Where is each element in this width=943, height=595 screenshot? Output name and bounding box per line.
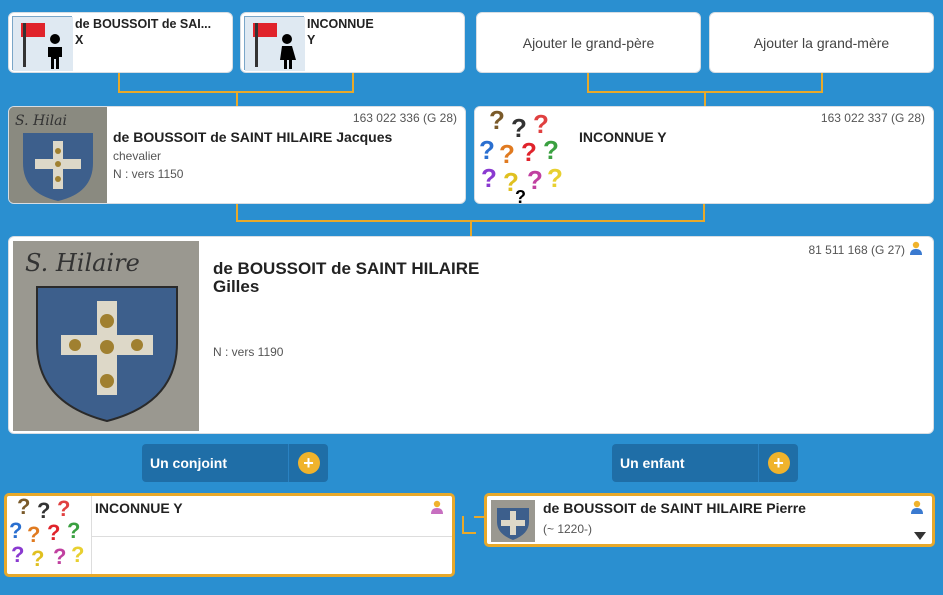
spouse-card[interactable]: ? ? ? ? ? ? ? ? ? ? ? INCONNUE Y <box>4 493 455 577</box>
svg-text:?: ? <box>53 544 66 569</box>
plus-icon: + <box>767 452 790 474</box>
grandfather-given: X <box>75 33 84 47</box>
main-image-caption: S. Hilaire <box>25 249 140 277</box>
svg-text:?: ? <box>547 163 563 193</box>
mother-sosa: 163 022 337 (G 28) <box>820 111 925 125</box>
connector-left-grandparents <box>118 73 354 93</box>
svg-text:?: ? <box>9 518 22 543</box>
father-sosa: 163 022 336 (G 28) <box>352 111 457 125</box>
svg-text:?: ? <box>31 546 44 571</box>
grandmother-given: Y <box>307 33 316 47</box>
svg-text:?: ? <box>17 496 30 519</box>
svg-text:?: ? <box>543 135 559 165</box>
svg-text:?: ? <box>515 187 526 204</box>
add-child-label: Un enfant <box>620 455 685 471</box>
female-silhouette-icon <box>244 16 305 71</box>
grandmother-card[interactable]: INCONNUE Y <box>240 12 465 73</box>
add-grandfather-button[interactable]: Ajouter le grand-père <box>476 12 701 73</box>
male-silhouette-icon <box>12 16 73 71</box>
main-birth: N : vers 1190 <box>213 345 284 359</box>
mother-card[interactable]: ? ? ? ? ? ? ? ? ? ? ? ? 163 022 337 (G 2… <box>474 106 934 204</box>
connector-left-stem <box>236 93 238 107</box>
dropdown-arrow-icon[interactable] <box>914 532 926 540</box>
svg-text:?: ? <box>11 542 24 567</box>
add-child-button[interactable]: Un enfant + <box>612 444 798 482</box>
connector-right-grandparents <box>587 73 823 93</box>
question-marks-icon: ? ? ? ? ? ? ? ? ? ? ? <box>7 494 91 574</box>
plus-icon: + <box>297 452 320 474</box>
spouse-divider <box>91 496 92 574</box>
father-name: de BOUSSOIT de SAINT HILAIRE Jacques <box>113 129 393 145</box>
add-spouse-plus[interactable]: + <box>288 444 328 482</box>
female-person-icon <box>431 500 443 514</box>
child-coat-of-arms-image <box>491 500 535 542</box>
svg-text:?: ? <box>479 135 495 165</box>
connector-spouse-child <box>462 516 476 534</box>
add-spouse-button[interactable]: Un conjoint + <box>142 444 328 482</box>
connector-parents-stem <box>470 222 472 236</box>
svg-text:?: ? <box>67 518 80 543</box>
add-child-plus[interactable]: + <box>758 444 798 482</box>
grandfather-name: de BOUSSOIT de SAI... <box>75 17 212 31</box>
main-given-name: Gilles <box>213 277 260 296</box>
main-coat-of-arms-image: S. Hilaire <box>13 241 199 431</box>
spouse-name: INCONNUE Y <box>95 500 183 516</box>
grandfather-card[interactable]: de BOUSSOIT de SAI... X <box>8 12 233 73</box>
child-dates: (~ 1220-) <box>543 522 593 536</box>
connector-right-stem <box>704 93 706 107</box>
child-name: de BOUSSOIT de SAINT HILAIRE Pierre <box>543 500 806 516</box>
svg-text:S. Hilai: S. Hilai <box>15 113 67 129</box>
svg-text:?: ? <box>527 165 543 195</box>
child-card[interactable]: de BOUSSOIT de SAINT HILAIRE Pierre (~ 1… <box>484 493 935 547</box>
svg-text:?: ? <box>481 163 497 193</box>
add-grandmother-button[interactable]: Ajouter la grand-mère <box>709 12 934 73</box>
male-person-icon <box>911 500 923 514</box>
svg-text:?: ? <box>499 139 515 169</box>
connector-parents <box>236 204 705 222</box>
svg-text:?: ? <box>521 137 537 167</box>
add-spouse-label: Un conjoint <box>150 455 227 471</box>
grandmother-name: INCONNUE <box>307 17 374 31</box>
male-person-icon <box>910 241 922 255</box>
svg-text:?: ? <box>27 522 40 547</box>
question-marks-icon: ? ? ? ? ? ? ? ? ? ? ? ? <box>475 107 573 203</box>
main-surname: de BOUSSOIT de SAINT HILAIRE <box>213 259 480 278</box>
svg-text:?: ? <box>71 542 84 567</box>
mother-name: INCONNUE Y <box>579 129 667 145</box>
svg-text:?: ? <box>47 520 60 545</box>
main-sosa: 81 511 168 (G 27) <box>808 243 905 257</box>
spouse-bottom-divider <box>91 536 452 537</box>
father-birth: N : vers 1150 <box>113 167 184 181</box>
father-title: chevalier <box>113 149 162 163</box>
coat-of-arms-image: S. Hilai <box>9 107 107 203</box>
father-card[interactable]: S. Hilai 163 022 336 (G 28) de BOUSSOIT … <box>8 106 466 204</box>
svg-text:?: ? <box>489 107 505 135</box>
main-person-card[interactable]: S. Hilaire 81 511 168 (G 27) de BOUSSOIT… <box>8 236 934 434</box>
